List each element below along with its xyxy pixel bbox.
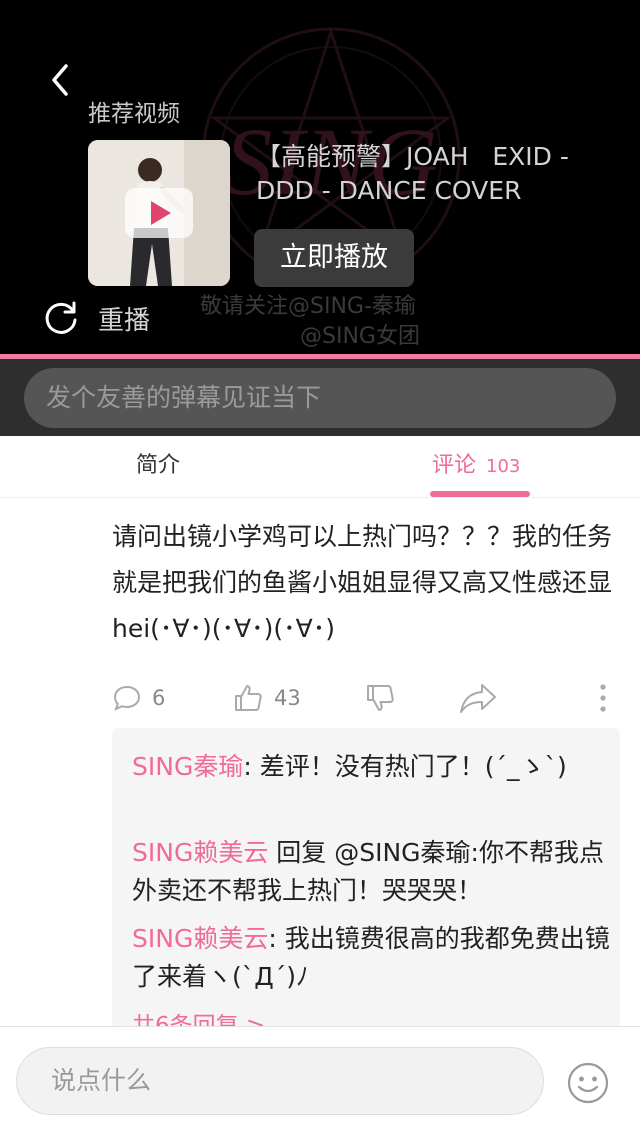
recommended-video-label: 推荐视频 [88,101,180,127]
comment-actions: 6 43 [112,680,620,716]
reply-button[interactable]: 6 [112,680,165,716]
watermark-follow-text: 敬请关注@SING-秦瑜 [200,294,416,319]
emoji-button[interactable] [566,1061,610,1105]
reply-text: : 差评！没有热门了！(´_ゝ`) [243,752,567,781]
dislike-button[interactable] [364,680,396,716]
reply-connector: 回复 [268,838,335,867]
reply-count: 6 [152,686,166,710]
comment-compose-bar: 说点什么 [0,1026,640,1136]
more-options-button[interactable] [596,680,610,716]
tab-comments-label: 评论 [432,453,477,478]
emoji-face-icon [567,1062,609,1104]
tab-comments-count: 103 [486,456,521,477]
replies-panel: SING秦瑜: 差评！没有热门了！(´_ゝ`) SING赖美云 回复 @SING… [112,728,620,1028]
play-now-button[interactable]: 立即播放 [254,229,414,287]
view-all-replies-link[interactable]: 共6条回复 > [132,1006,265,1028]
reply-item[interactable]: SING赖美云: 我出镜费很高的我都免费出镜了来着ヽ(`Д´)ﾉ [132,920,610,996]
play-icon [125,188,193,238]
thumbs-up-icon [235,685,262,711]
reply-item[interactable]: SING赖美云 回复 @SING秦瑜:你不帮我点外卖还不帮我上热门！哭哭哭！ [132,834,610,910]
replay-icon [45,301,77,334]
recommended-video-title[interactable]: 【高能预警】JOAH EXID -DDD - DANCE COVER [256,140,606,208]
comment-bubble-icon [113,685,141,711]
watermark-group-text: @SING女团 [300,324,420,349]
tab-intro[interactable]: 简介 [136,436,180,498]
comment-text: 请问出镜小学鸡可以上热门吗？？？我的任务就是把我们的鱼酱小姐姐显得又高又性感还显… [112,522,613,643]
active-tab-indicator [430,491,530,497]
replay-button[interactable]: 重播 [44,298,150,338]
back-button[interactable] [44,60,80,100]
reply-username[interactable]: SING秦瑜 [132,752,243,781]
share-arrow-icon [460,684,496,713]
more-vertical-icon [600,684,606,712]
reply-item[interactable]: SING秦瑜: 差评！没有热门了！(´_ゝ`) [132,748,610,786]
reply-username[interactable]: SING赖美云 [132,838,268,867]
back-arrow-icon [52,64,68,96]
like-button[interactable]: 43 [232,680,301,716]
comment-input[interactable]: 说点什么 [16,1047,544,1115]
video-player[interactable]: SING 推荐视频 【高能预警】JOAH EXID -DDD - DANCE C… [0,0,640,360]
danmaku-bar: 发个友善的弹幕见证当下 [0,359,640,436]
replay-label: 重播 [98,305,151,336]
thumbs-down-icon [367,685,394,711]
like-count: 43 [274,686,301,710]
danmaku-input[interactable]: 发个友善的弹幕见证当下 [24,368,616,428]
recommended-video-thumbnail[interactable] [88,140,230,286]
share-button[interactable] [458,680,498,716]
tab-comments[interactable]: 评论 103 [432,436,520,498]
reply-username[interactable]: SING赖美云 [132,924,268,953]
tab-bar: 简介 评论 103 [0,436,640,498]
